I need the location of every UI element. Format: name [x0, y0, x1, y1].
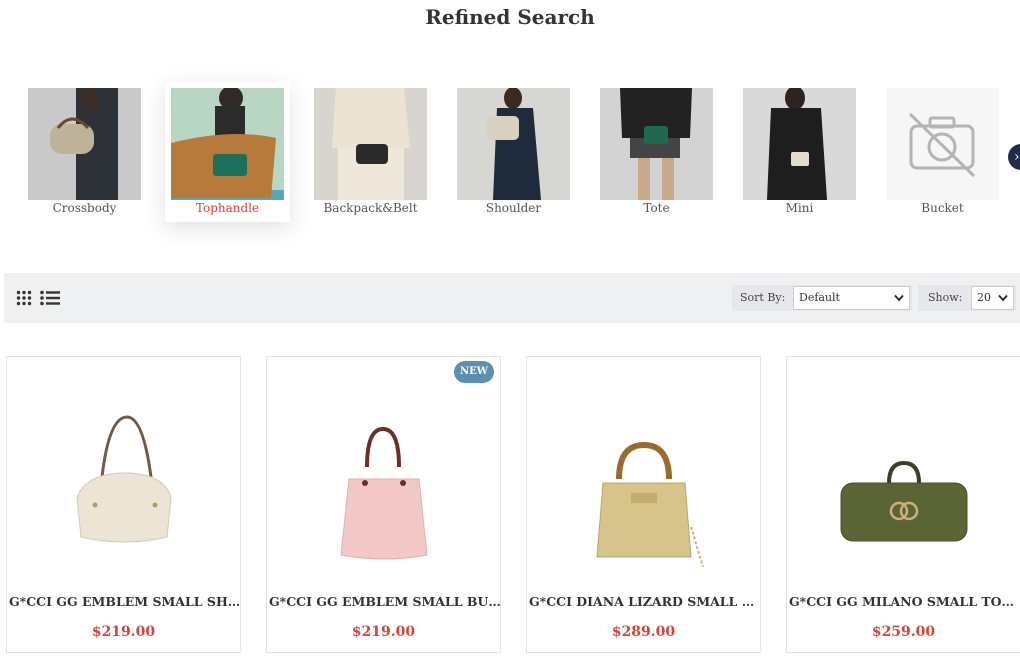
sort-value: Default [799, 291, 840, 304]
show-select[interactable]: 20 [971, 286, 1014, 310]
show-control: Show: 20 [918, 285, 1016, 311]
chevron-down-icon [894, 294, 904, 302]
category-label: Bucket [921, 201, 964, 215]
category-shoulder[interactable]: Shoulder [451, 82, 576, 222]
category-backpack-belt[interactable]: Backpack&Belt [308, 82, 433, 222]
category-mini[interactable]: Mini [737, 82, 862, 222]
sort-label: Sort By: [740, 291, 786, 304]
category-label: Tophandle [195, 201, 260, 215]
category-label: Shoulder [485, 201, 542, 215]
chevron-down-icon [998, 294, 1008, 302]
show-label: Show: [928, 291, 963, 304]
product-price: $259.00 [871, 624, 936, 640]
category-tophandle[interactable]: Tophandle [165, 82, 290, 222]
product-card[interactable]: NEW G*CCI GG EMBLEM SMALL BUCK... $219.0… [266, 356, 501, 653]
category-crossbody[interactable]: Crossbody [22, 82, 147, 222]
product-name[interactable]: G*CCI GG MILANO SMALL TOP H... [789, 594, 1020, 609]
shoulder-bag-photo [457, 88, 570, 200]
tophandle-bag-photo [171, 88, 284, 200]
product-name[interactable]: G*CCI DIANA LIZARD SMALL TOT... [529, 594, 761, 609]
carousel-next-icon[interactable]: › [1008, 144, 1020, 170]
product-image[interactable] [47, 387, 202, 587]
page-title: Refined Search [425, 5, 595, 29]
show-value: 20 [977, 291, 991, 304]
category-bucket[interactable]: Bucket [880, 82, 1005, 222]
product-image[interactable] [827, 387, 982, 587]
list-view-icon[interactable] [40, 290, 60, 306]
category-label: Mini [785, 201, 814, 215]
category-label: Tote [643, 201, 670, 215]
no-image-icon [886, 88, 999, 200]
new-badge: NEW [454, 361, 494, 383]
product-name[interactable]: G*CCI GG EMBLEM SMALL SHOU... [9, 594, 241, 609]
product-image[interactable] [307, 387, 462, 587]
category-label: Backpack&Belt [323, 201, 418, 215]
product-card[interactable]: G*CCI DIANA LIZARD SMALL TOT... $289.00 [526, 356, 761, 653]
sort-select[interactable]: Default [793, 286, 910, 310]
sort-control: Sort By: Default [732, 285, 912, 311]
category-strip: Crossbody Tophandle Backpack&Belt Should… [0, 82, 1020, 227]
category-label: Crossbody [52, 201, 117, 215]
crossbody-bag-photo [28, 88, 141, 200]
product-price: $219.00 [351, 624, 416, 640]
product-name[interactable]: G*CCI GG EMBLEM SMALL BUCK... [269, 594, 501, 609]
mini-bag-photo [743, 88, 856, 200]
listing-toolbar: Sort By: Default Show: 20 [4, 273, 1020, 323]
belt-bag-photo [314, 88, 427, 200]
category-tote[interactable]: Tote [594, 82, 719, 222]
tote-bag-photo [600, 88, 713, 200]
product-image[interactable] [567, 387, 722, 587]
grid-view-icon[interactable] [16, 290, 32, 306]
product-card[interactable]: G*CCI GG EMBLEM SMALL SHOU... $219.00 [6, 356, 241, 653]
product-price: $219.00 [91, 624, 156, 640]
product-price: $289.00 [611, 624, 676, 640]
product-card[interactable]: G*CCI GG MILANO SMALL TOP H... $259.00 [786, 356, 1020, 653]
